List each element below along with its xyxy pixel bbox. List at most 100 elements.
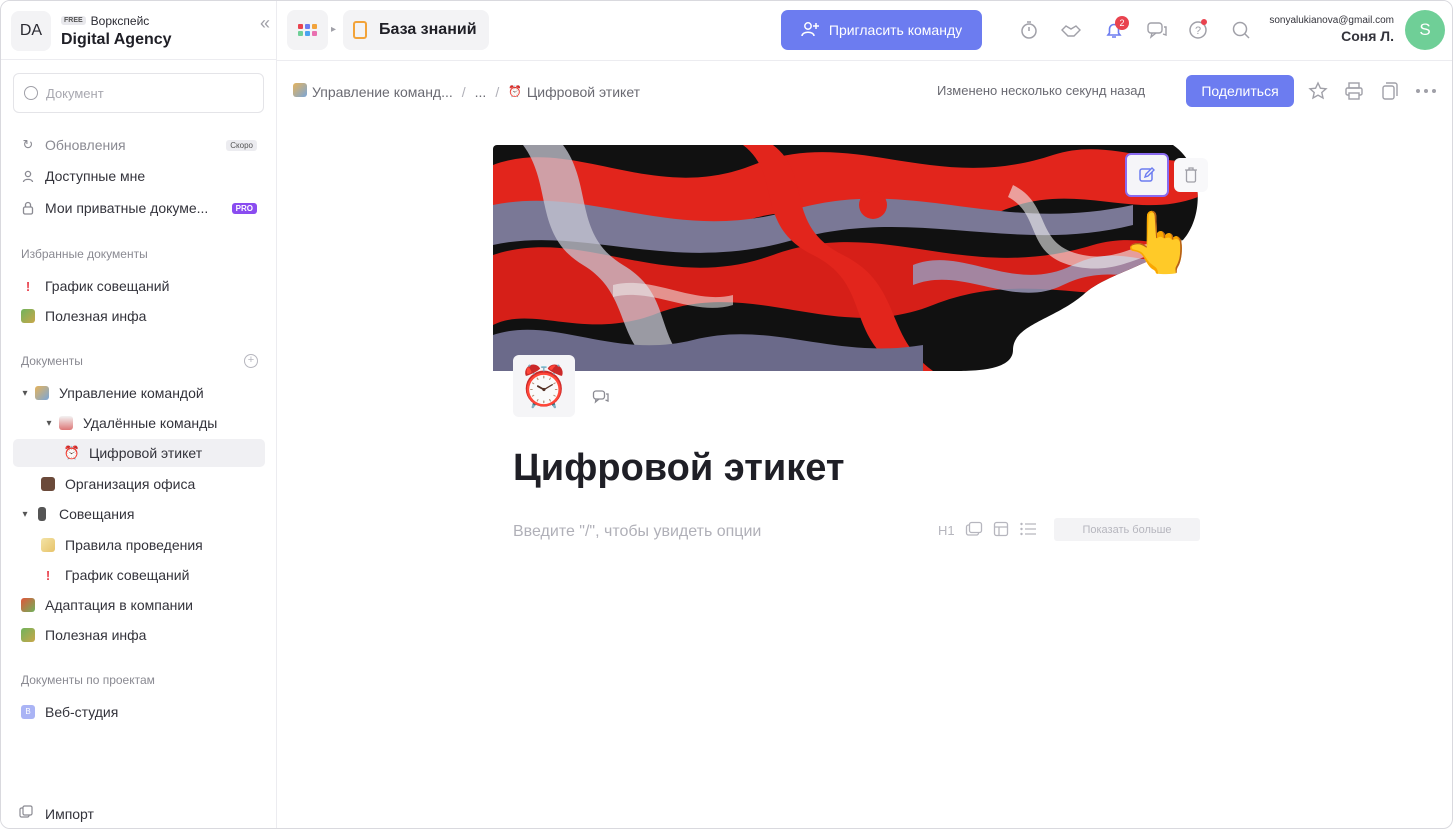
exclamation-icon: ! — [25, 278, 31, 294]
soon-badge: Скоро — [226, 139, 257, 151]
svg-text:?: ? — [1195, 25, 1201, 37]
list-icon[interactable] — [1019, 521, 1037, 540]
breadcrumb: Управление команд... / ... / ⏰ Цифровой … — [293, 83, 640, 100]
import-icon — [19, 805, 37, 822]
tree-item-office[interactable]: Организация офиса — [13, 470, 265, 498]
workspace-switcher[interactable]: DA FREE Воркспейс Digital Agency — [11, 9, 267, 53]
add-document-icon[interactable]: + — [244, 354, 258, 368]
share-button[interactable]: Поделиться — [1186, 75, 1294, 107]
breadcrumb-collapsed[interactable]: ... — [475, 84, 487, 100]
edit-cover-button[interactable] — [1125, 153, 1169, 197]
block-toolbar: H1 — [938, 521, 1047, 540]
editor-placeholder[interactable]: Введите "/", чтобы увидеть опции — [513, 523, 761, 541]
heading-h1-button[interactable]: H1 — [938, 523, 955, 538]
tree-item-meeting-schedule[interactable]: ! График совещаний — [13, 561, 265, 589]
sidebar-item-shared[interactable]: Доступные мне — [13, 162, 265, 190]
favorites-header: Избранные документы — [21, 247, 148, 261]
sidebar-item-project[interactable]: В Веб-студия — [13, 698, 265, 726]
delete-cover-button[interactable] — [1174, 158, 1208, 192]
table-icon[interactable] — [993, 521, 1009, 540]
cover-image[interactable] — [493, 145, 1203, 371]
documents-header: Документы — [21, 354, 83, 368]
alarm-clock-icon: ⏰ — [508, 86, 522, 98]
search-icon[interactable] — [1230, 19, 1252, 41]
pointing-hand-icon: 👆 — [1121, 209, 1196, 276]
sidebar: DA FREE Воркспейс Digital Agency « ↻ Обн… — [1, 1, 277, 828]
tree-item-digital-etiquette[interactable]: ⏰ Цифровой этикет — [13, 439, 265, 467]
apps-grid-button[interactable] — [287, 10, 328, 50]
document-icon — [353, 21, 367, 39]
copy-icon[interactable] — [1378, 79, 1402, 103]
collapse-sidebar-icon[interactable]: « — [260, 13, 270, 34]
help-alert-dot — [1201, 19, 1207, 25]
picture-icon — [19, 309, 37, 323]
sidebar-search[interactable] — [13, 73, 264, 113]
tree-item-useful-info[interactable]: Полезная инфа — [13, 621, 265, 649]
modified-status: Изменено несколько секунд назад — [937, 83, 1146, 98]
more-icon[interactable] — [1414, 79, 1438, 103]
plan-badge: FREE — [61, 16, 86, 25]
picture-icon — [293, 83, 307, 100]
user-email: sonyalukianova@gmail.com — [1269, 15, 1394, 26]
top-bar: ▸ База знаний Пригласить команду 2 ? son… — [277, 1, 1452, 61]
workspace-avatar: DA — [11, 11, 51, 51]
refresh-icon: ↻ — [22, 137, 34, 152]
app-window: DA FREE Воркспейс Digital Agency « ↻ Обн… — [0, 0, 1453, 829]
import-button[interactable]: Импорт — [13, 805, 94, 822]
picture-icon — [19, 598, 37, 612]
workspace-label: Воркспейс — [90, 13, 150, 28]
chevron-down-icon[interactable]: ▾ — [19, 388, 31, 399]
user-avatar[interactable]: S — [1405, 10, 1445, 50]
briefcase-icon — [39, 477, 57, 491]
exclamation-icon: ! — [45, 567, 51, 583]
bell-icon[interactable]: 2 — [1103, 16, 1129, 41]
show-more-button[interactable]: Показать больше — [1054, 518, 1200, 541]
chevron-down-icon[interactable]: ▾ — [43, 418, 55, 429]
chevron-down-icon[interactable]: ▾ — [19, 509, 31, 520]
breadcrumb-current[interactable]: Цифровой этикет — [527, 84, 640, 100]
tree-item-remote-teams[interactable]: ▾ Удалённые команды — [13, 409, 265, 437]
pro-badge: PRO — [231, 202, 257, 214]
sidebar-item-favorite[interactable]: Полезная инфа — [13, 302, 265, 330]
lock-icon — [19, 201, 37, 215]
tree-item-team-management[interactable]: ▾ Управление командой — [13, 379, 265, 407]
memo-icon — [39, 538, 57, 552]
sidebar-item-private[interactable]: Мои приватные докуме... PRO — [13, 194, 265, 222]
timer-icon[interactable] — [1018, 19, 1040, 41]
chat-icon[interactable] — [1146, 19, 1168, 41]
knowledge-base-button[interactable]: База знаний — [343, 10, 489, 50]
sidebar-item-favorite[interactable]: ! График совещаний — [13, 272, 265, 300]
search-input[interactable] — [46, 85, 246, 101]
picture-icon — [19, 628, 37, 642]
sidebar-item-updates[interactable]: ↻ Обновления Скоро — [13, 131, 265, 159]
user-name: Соня Л. — [1341, 28, 1394, 44]
handshake-icon[interactable] — [1060, 19, 1082, 41]
document-emoji-alarm-clock-icon[interactable]: ⏰ — [513, 355, 575, 417]
project-avatar: В — [19, 705, 37, 719]
phone-icon — [33, 507, 51, 521]
comment-icon[interactable] — [592, 389, 610, 408]
search-icon — [24, 86, 38, 100]
alarm-clock-icon: ⏰ — [63, 445, 81, 460]
picture-icon — [33, 386, 51, 400]
breadcrumb-root[interactable]: Управление команд... — [312, 84, 453, 100]
tree-item-rules[interactable]: Правила проведения — [13, 531, 265, 559]
divider — [1, 59, 277, 60]
print-icon[interactable] — [1342, 79, 1366, 103]
chevron-right-icon: ▸ — [331, 24, 337, 35]
star-icon[interactable] — [1306, 79, 1330, 103]
image-icon[interactable] — [965, 521, 983, 540]
workspace-info: FREE Воркспейс Digital Agency — [61, 14, 172, 49]
document-title[interactable]: Цифровой этикет — [513, 447, 845, 490]
projects-header: Документы по проектам — [21, 673, 155, 687]
user-icon — [19, 170, 37, 183]
tree-item-onboarding[interactable]: Адаптация в компании — [13, 591, 265, 619]
add-user-icon — [801, 21, 819, 40]
section-title: База знаний — [379, 21, 477, 38]
inbox-icon — [57, 416, 75, 430]
notification-badge: 2 — [1115, 16, 1129, 30]
workspace-name: Digital Agency — [61, 30, 172, 48]
invite-team-button[interactable]: Пригласить команду — [781, 10, 982, 50]
help-icon[interactable]: ? — [1187, 19, 1209, 41]
tree-item-meetings[interactable]: ▾ Совещания — [13, 500, 265, 528]
